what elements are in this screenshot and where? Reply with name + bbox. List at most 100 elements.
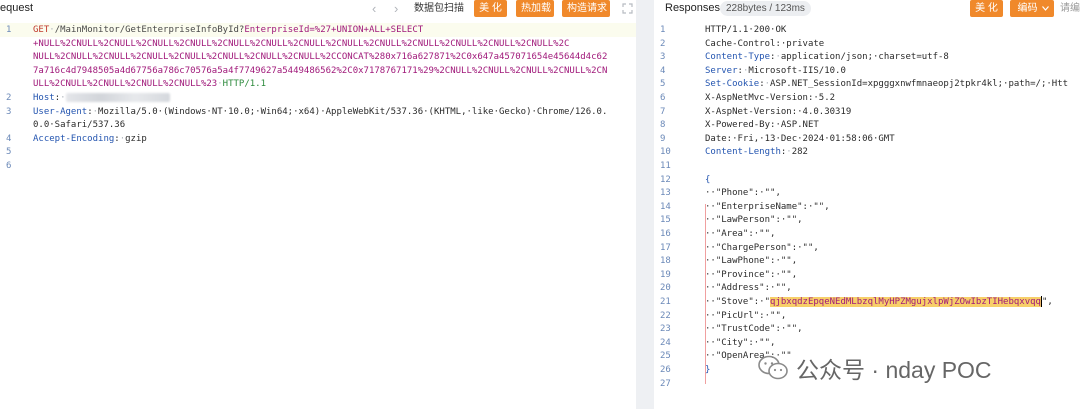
request-method: GET (33, 25, 50, 35)
header-value: 0.0·Safari/537.36 (33, 120, 126, 131)
packet-scan-button[interactable]: 数据包扫描 (414, 0, 464, 17)
query-param-value: =%27+UNION+ALL+SELECT (309, 25, 424, 35)
response-size-badge: 228bytes / 123ms (720, 1, 811, 16)
line-number: 11 (660, 161, 671, 171)
code-text: Date:·Fri,·13·Dec·2024·01:58:06·GMT (705, 133, 895, 147)
line-number: 25 (660, 351, 671, 362)
request-title: equest (0, 2, 34, 14)
request-editor[interactable]: 1 GET·/MainMonitor/GetEnterpriseInfoById?… (0, 18, 636, 409)
encoding-label: 编码 (1017, 3, 1038, 14)
json-entry: ··"Address":·"", (705, 283, 792, 294)
chevron-down-icon (1042, 6, 1049, 11)
header-name: Accept-Encoding (33, 133, 115, 144)
prev-arrow-icon[interactable]: ‹ (372, 0, 376, 17)
line-number: 27 (660, 378, 671, 389)
expand-icon[interactable] (622, 3, 633, 14)
line-number: 17 (660, 242, 671, 253)
code-text: X-Powered-By:·ASP.NET (705, 119, 819, 133)
line-number: 18 (660, 256, 671, 267)
line-number: 1 (6, 25, 12, 35)
header-name: Host (33, 93, 55, 103)
line-number: 9 (660, 133, 666, 144)
header-name: Content-Length (705, 147, 781, 158)
line-number: 4 (6, 133, 12, 144)
code-text: ··"Province":·"", (705, 269, 797, 283)
code-text: 0.0·Safari/537.36 (33, 119, 125, 133)
line-number: 8 (660, 120, 666, 131)
query-param-name: EnterpriseId (244, 25, 310, 35)
code-text: NULL%2CNULL%2CNULL%2CNULL%2CNULL%2CNULL%… (33, 51, 607, 65)
code-text: +NULL%2CNULL%2CNULL%2CNULL%2CNULL%2CNULL… (33, 38, 569, 52)
redacted-host (65, 93, 170, 102)
response-beautify-button[interactable]: 美 化 (970, 0, 1003, 17)
code-text: ··"Area":·"", (705, 228, 775, 242)
code-text: Cache-Control:·private (705, 38, 824, 52)
json-entry: ··"ChargePerson":·"", (705, 242, 819, 253)
request-path: /MainMonitor/GetEnterpriseInfoById? (54, 25, 245, 35)
code-text: ··"EnterpriseName":·"", (705, 201, 830, 215)
code-text: GET·/MainMonitor/GetEnterpriseInfoById?E… (33, 24, 423, 38)
code-text: ··"ChargePerson":·"", (705, 242, 819, 256)
pane-divider[interactable] (636, 0, 654, 409)
code-text: X-AspNetMvc-Version:·5.2 (705, 92, 835, 106)
line-number: 19 (660, 269, 671, 280)
json-entry: ··"EnterpriseName":·"", (705, 201, 830, 212)
json-brace: } (705, 365, 711, 375)
line-number: 5 (6, 147, 12, 158)
code-text: ··"Stove":·"qjbxqdzEpqeNEdMLbzqlMyHPZMgu… (705, 296, 1053, 310)
space-marker: · (60, 93, 66, 103)
header-value: gzip (125, 133, 147, 144)
plain-line: X-Powered-By:·ASP.NET (705, 120, 819, 131)
request-beautify-button[interactable]: 美 化 (474, 0, 507, 17)
json-entry: ··"Phone":·"", (705, 188, 781, 199)
line-number: 12 (660, 174, 671, 185)
line-number: 6 (660, 93, 666, 103)
request-pane: equest ‹ › 数据包扫描 美 化 热加载 构造请求 1 GET·/Main… (0, 0, 636, 409)
line-number: 6 (6, 161, 12, 171)
line-number: 3 (660, 52, 666, 63)
code-text: User-Agent:·Mozilla/5.0·(Windows·NT·10.0… (33, 106, 607, 120)
more-menu[interactable]: 请编 (1060, 0, 1080, 17)
header-name: Set-Cookie (705, 79, 760, 90)
line-number: 2 (660, 38, 666, 49)
code-text: Host:· (33, 92, 170, 106)
plain-line: Date:·Fri,·13·Dec·2024·01:58:06·GMT (705, 133, 895, 144)
line-number: 15 (660, 215, 671, 226)
code-text: Set-Cookie:·ASP.NET_SessionId=xpgggxnwfm… (705, 78, 1068, 92)
header-name: Content-Type (705, 52, 771, 63)
line-number: 14 (660, 201, 671, 212)
code-text: ··"PicUrl":·"", (705, 310, 786, 324)
line-number: 4 (660, 65, 666, 76)
json-entry: ··"LawPhone":·"", (705, 256, 798, 267)
code-text: Content-Type:·application/json;·charset=… (705, 51, 949, 65)
line-number: 3 (6, 106, 12, 117)
header-name: User-Agent (33, 106, 88, 117)
header-value: Microsoft-IIS/10.0 (748, 65, 846, 76)
code-text: ··"TrustCode":·"", (705, 323, 803, 337)
code-text: X-AspNet-Version:·4.0.30319 (705, 106, 851, 120)
code-text: ··"Address":·"", (705, 282, 792, 296)
selected-token[interactable]: qjbxqdzEpqeNEdMLbzqlMyHPZMgujxlpWjZOwIbz… (770, 297, 1041, 307)
line-number: 24 (660, 337, 671, 348)
line-number: 10 (660, 147, 671, 158)
header-value: Mozilla/5.0·(Windows·NT·10.0;·Win64;·x64… (98, 106, 608, 117)
header-name: Server (705, 65, 738, 76)
next-arrow-icon[interactable]: › (394, 0, 398, 17)
header-value: ASP.NET_SessionId=xpgggxnwfmnaeopj2tpkr4… (770, 79, 1069, 90)
code-text: } (705, 364, 710, 378)
code-text: ··"LawPerson":·"", (705, 214, 803, 228)
query-param-value: NULL%2CNULL%2CNULL%2CNULL%2CNULL%2CNULL%… (33, 52, 608, 63)
code-text: ULL%2CNULL%2CNULL%2CNULL%2CNULL%23·HTTP/… (33, 78, 266, 92)
hot-load-button[interactable]: 热加载 (516, 0, 554, 17)
line-number: 23 (660, 324, 671, 335)
plain-line: Cache-Control:·private (705, 38, 825, 49)
line-number: 16 (660, 229, 671, 239)
line-number: 26 (660, 365, 671, 375)
json-entry: ··"PicUrl":·"", (705, 310, 787, 321)
header-value: 282 (791, 147, 808, 158)
code-text: 7a716c4d7948505a4d67756a786c70576a5a4f77… (33, 65, 607, 79)
json-entry-prefix: ··"Stove":·" (705, 297, 771, 307)
plain-line: X-AspNetMvc-Version:·5.2 (705, 93, 836, 103)
query-param-value: ULL%2CNULL%2CNULL%2CNULL%2CNULL%23 (33, 79, 218, 90)
build-request-button[interactable]: 构造请求 (562, 0, 610, 17)
